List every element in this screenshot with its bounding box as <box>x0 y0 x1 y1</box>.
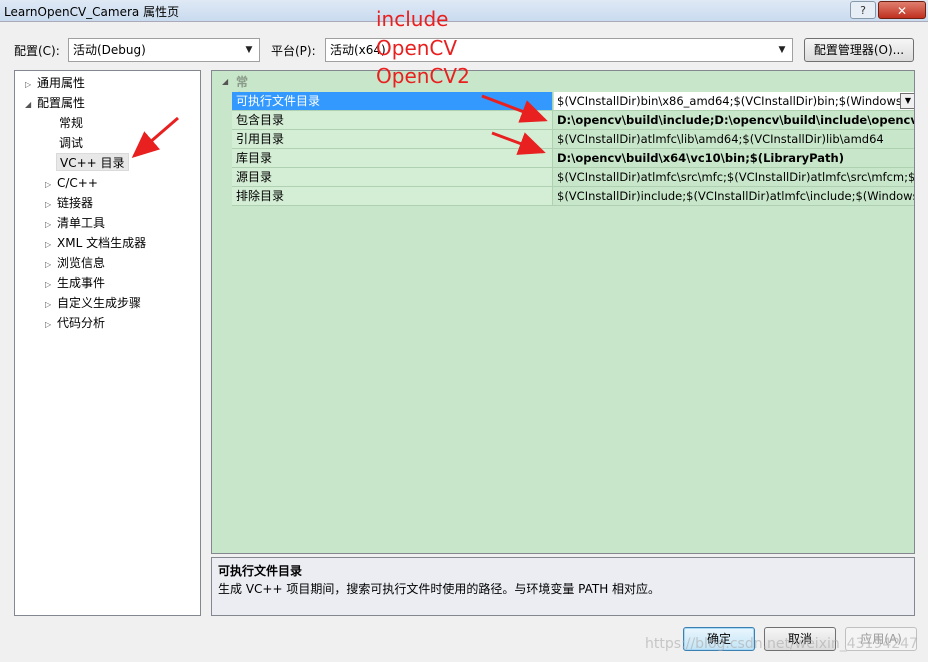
expand-icon[interactable]: ▷ <box>45 276 57 294</box>
property-row-reference-dirs[interactable]: 引用目录 $(VCInstallDir)atlmfc\lib\amd64;$(V… <box>232 130 914 149</box>
tree-item-common-properties[interactable]: ▷ 通用属性 <box>25 74 85 92</box>
config-select-value: 活动(Debug) <box>73 43 146 57</box>
tree-item-general[interactable]: 常规 <box>59 114 83 132</box>
expand-icon[interactable]: ▷ <box>45 316 57 334</box>
help-button[interactable]: ? <box>850 1 876 19</box>
property-value[interactable]: D:\opencv\build\x64\vc10\bin;$(LibraryPa… <box>554 149 914 167</box>
tree-item-label: 链接器 <box>57 196 94 210</box>
property-value[interactable]: $(VCInstallDir)include;$(VCInstallDir)at… <box>554 187 914 205</box>
property-grid: ◢ 常规 可执行文件目录 $(VCInstallDir)bin\x86_amd6… <box>211 70 915 554</box>
expand-icon[interactable]: ▷ <box>45 256 57 274</box>
tree-item-c-cpp[interactable]: ▷ C/C++ <box>45 174 98 192</box>
chevron-down-icon[interactable]: ▼ <box>241 41 257 59</box>
tree-item-build-events[interactable]: ▷ 生成事件 <box>45 274 105 292</box>
watermark: https://blog.csdn.net/weixin_43194247 <box>644 636 918 652</box>
tree-item-label: 浏览信息 <box>57 256 106 270</box>
annotation-opencv: OpenCV <box>376 36 458 60</box>
property-row-exclude-dirs[interactable]: 排除目录 $(VCInstallDir)include;$(VCInstallD… <box>232 187 914 206</box>
annotation-include: include <box>376 7 449 31</box>
tree-item-label: 自定义生成步骤 <box>57 296 142 310</box>
tree-item-debugging[interactable]: 调试 <box>59 134 83 152</box>
property-name: 排除目录 <box>232 187 553 205</box>
property-name: 包含目录 <box>232 111 553 129</box>
dropdown-arrow-icon[interactable]: ▼ <box>900 93 914 109</box>
tree-item-config-properties[interactable]: ◢ 配置属性 <box>25 94 85 112</box>
title-buttons: ? ✕ <box>848 0 926 20</box>
property-value-text: $(VCInstallDir)bin\x86_amd64;$(VCInstall… <box>557 94 915 108</box>
chevron-down-icon[interactable]: ▼ <box>774 41 790 59</box>
description-title: 可执行文件目录 <box>218 564 303 578</box>
property-value[interactable]: $(VCInstallDir)atlmfc\lib\amd64;$(VCInst… <box>554 130 914 148</box>
property-value[interactable]: $(VCInstallDir)bin\x86_amd64;$(VCInstall… <box>554 92 915 110</box>
property-pages-window: LearnOpenCV_Camera 属性页 ? ✕ 配置(C): 活动(Deb… <box>0 0 928 662</box>
tree-item-label: 常规 <box>59 116 84 130</box>
tree-item-label: 代码分析 <box>57 316 106 330</box>
tree-item-custom-build-step[interactable]: ▷ 自定义生成步骤 <box>45 294 141 312</box>
property-value[interactable]: D:\opencv\build\include;D:\opencv\build\… <box>554 111 914 129</box>
expand-icon[interactable]: ▷ <box>45 196 57 214</box>
platform-label: 平台(P): <box>271 44 316 58</box>
window-title: LearnOpenCV_Camera 属性页 <box>4 5 180 19</box>
tree-item-label: C/C++ <box>57 176 98 190</box>
close-button[interactable]: ✕ <box>878 1 926 19</box>
config-select[interactable]: 活动(Debug) ▼ <box>68 38 260 62</box>
tree-item-label: XML 文档生成器 <box>57 236 147 250</box>
property-tree: ▷ 通用属性 ◢ 配置属性 常规 调试 VC++ 目录 ▷ C/C++ ▷ 链接器 ▷ 清… <box>14 70 201 616</box>
property-row-source-dirs[interactable]: 源目录 $(VCInstallDir)atlmfc\src\mfc;$(VCIn… <box>232 168 914 187</box>
tree-item-label: VC++ 目录 <box>60 156 125 170</box>
tree-item-label: 生成事件 <box>57 276 106 290</box>
tree-item-label: 通用属性 <box>37 76 86 90</box>
tree-item-vc-directories[interactable]: VC++ 目录 <box>56 153 129 171</box>
annotation-opencv2: OpenCV2 <box>376 64 470 88</box>
tree-item-code-analysis[interactable]: ▷ 代码分析 <box>45 314 105 332</box>
description-text: 生成 VC++ 项目期间，搜索可执行文件时使用的路径。与环境变量 PATH 相对… <box>218 582 661 596</box>
property-name: 可执行文件目录 <box>232 92 553 110</box>
config-label: 配置(C): <box>14 44 60 58</box>
tree-item-linker[interactable]: ▷ 链接器 <box>45 194 93 212</box>
tree-item-label: 配置属性 <box>37 96 86 110</box>
collapse-icon[interactable]: ◢ <box>222 74 228 90</box>
expand-icon[interactable]: ▷ <box>45 296 57 314</box>
property-value[interactable]: $(VCInstallDir)atlmfc\src\mfc;$(VCInstal… <box>554 168 914 186</box>
expand-icon[interactable]: ▷ <box>25 76 37 94</box>
config-manager-button[interactable]: 配置管理器(O)... <box>804 38 914 62</box>
property-name: 库目录 <box>232 149 553 167</box>
collapse-icon[interactable]: ◢ <box>25 96 37 114</box>
tree-item-label: 调试 <box>59 136 84 150</box>
expand-icon[interactable]: ▷ <box>45 176 57 194</box>
description-panel: 可执行文件目录 生成 VC++ 项目期间，搜索可执行文件时使用的路径。与环境变量… <box>211 557 915 616</box>
property-row-executable-dirs[interactable]: 可执行文件目录 $(VCInstallDir)bin\x86_amd64;$(V… <box>232 92 915 111</box>
tree-item-browse-info[interactable]: ▷ 浏览信息 <box>45 254 105 272</box>
property-row-library-dirs[interactable]: 库目录 D:\opencv\build\x64\vc10\bin;$(Libra… <box>232 149 914 168</box>
property-name: 源目录 <box>232 168 553 186</box>
property-name: 引用目录 <box>232 130 553 148</box>
expand-icon[interactable]: ▷ <box>45 216 57 234</box>
tree-item-xml-doc-generator[interactable]: ▷ XML 文档生成器 <box>45 234 146 252</box>
expand-icon[interactable]: ▷ <box>45 236 57 254</box>
tree-item-manifest-tool[interactable]: ▷ 清单工具 <box>45 214 105 232</box>
tree-item-label: 清单工具 <box>57 216 106 230</box>
title-bar[interactable]: LearnOpenCV_Camera 属性页 ? ✕ <box>0 0 928 22</box>
property-row-include-dirs[interactable]: 包含目录 D:\opencv\build\include;D:\opencv\b… <box>232 111 914 130</box>
